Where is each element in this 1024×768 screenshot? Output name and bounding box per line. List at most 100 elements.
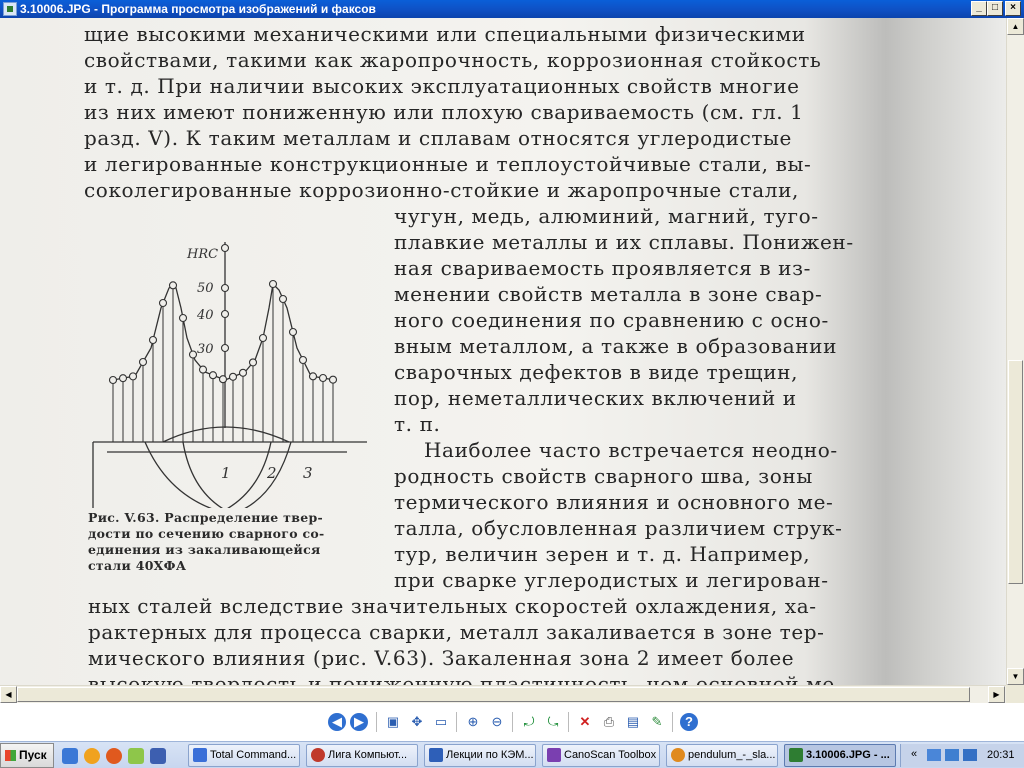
horizontal-scroll-thumb[interactable] bbox=[17, 687, 970, 702]
hardness-point bbox=[298, 355, 308, 365]
rotate-cw-icon[interactable]: ⤾ bbox=[520, 713, 538, 731]
tick-label: 50 bbox=[197, 281, 214, 296]
taskbar: Пуск Total Command... Лига Компьют... Ле… bbox=[0, 741, 1024, 768]
taskbar-button[interactable]: Лекции по КЭМ... bbox=[424, 744, 536, 767]
scroll-down-button[interactable]: ▼ bbox=[1007, 668, 1024, 685]
toolbar-separator bbox=[568, 712, 569, 732]
text-line: разд. V). К таким металлам и сплавам отн… bbox=[84, 126, 792, 150]
text-line: из них имеют пониженную или плохую свари… bbox=[84, 100, 804, 124]
tick-label: 40 bbox=[196, 308, 214, 323]
vertical-scrollbar[interactable]: ▲ ▼ bbox=[1006, 18, 1024, 685]
text-line: и т. д. При наличии высоких эксплуатацио… bbox=[84, 74, 800, 98]
taskbar-button[interactable]: pendulum_-_sla... bbox=[666, 744, 778, 767]
zoom-out-icon[interactable]: ⊖ bbox=[488, 713, 506, 731]
text-line: тур, величин зерен и т. д. Например, bbox=[394, 542, 811, 566]
image-viewer-icon bbox=[3, 2, 17, 16]
text-line: термического влияния и основного ме- bbox=[394, 490, 834, 514]
explorer-icon[interactable] bbox=[62, 748, 78, 764]
axis-point bbox=[220, 343, 230, 353]
hardness-point bbox=[158, 298, 168, 308]
hardness-point bbox=[238, 368, 248, 377]
taskbar-button[interactable]: Лига Компьют... bbox=[306, 744, 418, 767]
help-icon[interactable]: ? bbox=[680, 713, 698, 731]
horizontal-scrollbar[interactable]: ◀ ▶ bbox=[0, 685, 1024, 703]
window-title: 3.10006.JPG - Программа просмотра изобра… bbox=[20, 2, 376, 16]
text-line: ных сталей вследствие значительных скоро… bbox=[88, 594, 817, 618]
task-app-icon bbox=[311, 748, 325, 762]
edit-icon[interactable]: ✎ bbox=[648, 713, 666, 731]
hardness-point bbox=[278, 294, 288, 304]
next-image-icon[interactable]: ▶ bbox=[350, 713, 368, 731]
text-line: менении свойств металла в зоне свар- bbox=[394, 282, 823, 306]
hardness-point bbox=[128, 372, 138, 381]
prev-image-icon[interactable]: ◀ bbox=[328, 713, 346, 731]
text-line: пор, неметаллических включений и bbox=[394, 386, 797, 410]
text-line: т. п. bbox=[394, 412, 441, 436]
toolbar-separator bbox=[672, 712, 673, 732]
text-line: свойствами, такими как жаропрочность, ко… bbox=[84, 48, 822, 72]
task-app-icon bbox=[193, 748, 207, 762]
tool-icon[interactable] bbox=[128, 748, 144, 764]
text-line: Наиболее часто встречается неодно- bbox=[424, 438, 838, 462]
browser-icon[interactable] bbox=[84, 748, 100, 764]
text-line: плавкие металлы и их сплавы. Понижен- bbox=[394, 230, 854, 254]
zone-label: 2 bbox=[266, 464, 277, 482]
rotate-ccw-icon[interactable]: ⤿ bbox=[544, 713, 562, 731]
scroll-up-button[interactable]: ▲ bbox=[1007, 18, 1024, 35]
taskbar-button[interactable]: Total Command... bbox=[188, 744, 300, 767]
clock[interactable]: 20:31 bbox=[987, 749, 1015, 761]
close-button[interactable]: × bbox=[1005, 1, 1021, 16]
actual-size-icon[interactable]: ✥ bbox=[408, 713, 426, 731]
taskbar-button[interactable]: CanoScan Toolbox bbox=[542, 744, 660, 767]
network-icon[interactable] bbox=[927, 749, 941, 761]
axis-point bbox=[220, 243, 230, 253]
volume-icon[interactable] bbox=[963, 749, 977, 761]
slideshow-icon[interactable]: ▭ bbox=[432, 713, 450, 731]
start-button[interactable]: Пуск bbox=[0, 743, 54, 768]
scroll-right-button[interactable]: ▶ bbox=[988, 686, 1005, 703]
save-disk-icon[interactable] bbox=[150, 748, 166, 764]
hardness-point bbox=[148, 335, 158, 345]
caption-line: единения из закаливающейся bbox=[88, 542, 321, 557]
taskbar-button-active[interactable]: 3.10006.JPG - ... bbox=[784, 744, 896, 767]
caption-line: Рис. V.63. Распределение твер- bbox=[88, 510, 323, 525]
toolbar-separator bbox=[376, 712, 377, 732]
figure-caption: Рис. V.63. Распределение твер- дости по … bbox=[88, 510, 325, 574]
tray-expand-icon[interactable]: « bbox=[911, 748, 917, 760]
minimize-button[interactable]: _ bbox=[971, 1, 987, 16]
hardness-point bbox=[218, 375, 228, 384]
text-line: соколегированные коррозионно-стойкие и ж… bbox=[84, 178, 799, 202]
network-icon[interactable] bbox=[945, 749, 959, 761]
text-line: щие высокими механическими или специальн… bbox=[84, 22, 806, 46]
task-label: Лига Компьют... bbox=[328, 749, 408, 761]
delete-icon[interactable]: ✕ bbox=[576, 713, 594, 731]
title-bar[interactable]: 3.10006.JPG - Программа просмотра изобра… bbox=[0, 0, 1024, 18]
hardness-point bbox=[288, 327, 298, 337]
text-line: рактерных для процесса сварки, металл за… bbox=[88, 620, 825, 644]
save-icon[interactable]: ▤ bbox=[624, 713, 642, 731]
hardness-point bbox=[108, 375, 118, 385]
task-label: Лекции по КЭМ... bbox=[446, 749, 534, 761]
toolbar-separator bbox=[456, 712, 457, 732]
hardness-point bbox=[248, 358, 258, 367]
caption-line: дости по сечению сварного со- bbox=[88, 526, 325, 541]
media-icon[interactable] bbox=[106, 748, 122, 764]
hardness-figure: HRC 50 40 30 1 2 3 bbox=[92, 242, 367, 508]
hardness-point bbox=[188, 350, 198, 359]
task-app-icon bbox=[789, 748, 803, 762]
image-viewport[interactable]: щие высокими механическими или специальн… bbox=[0, 18, 1006, 685]
text-line: чугун, медь, алюминий, магний, туго- bbox=[394, 204, 819, 228]
text-line: талла, обусловленная различием струк- bbox=[394, 516, 843, 540]
print-icon[interactable]: ⎙ bbox=[600, 713, 618, 731]
hardness-point bbox=[198, 365, 208, 374]
scrollbar-corner bbox=[1006, 685, 1024, 703]
maximize-button[interactable]: □ bbox=[987, 1, 1003, 16]
hardness-point bbox=[178, 313, 188, 323]
scroll-left-button[interactable]: ◀ bbox=[0, 686, 17, 703]
best-fit-icon[interactable]: ▣ bbox=[384, 713, 402, 731]
toolbar-separator bbox=[512, 712, 513, 732]
task-app-icon bbox=[429, 748, 443, 762]
vertical-scroll-thumb[interactable] bbox=[1008, 360, 1023, 584]
zoom-in-icon[interactable]: ⊕ bbox=[464, 713, 482, 731]
tick-label: 30 bbox=[197, 342, 214, 357]
